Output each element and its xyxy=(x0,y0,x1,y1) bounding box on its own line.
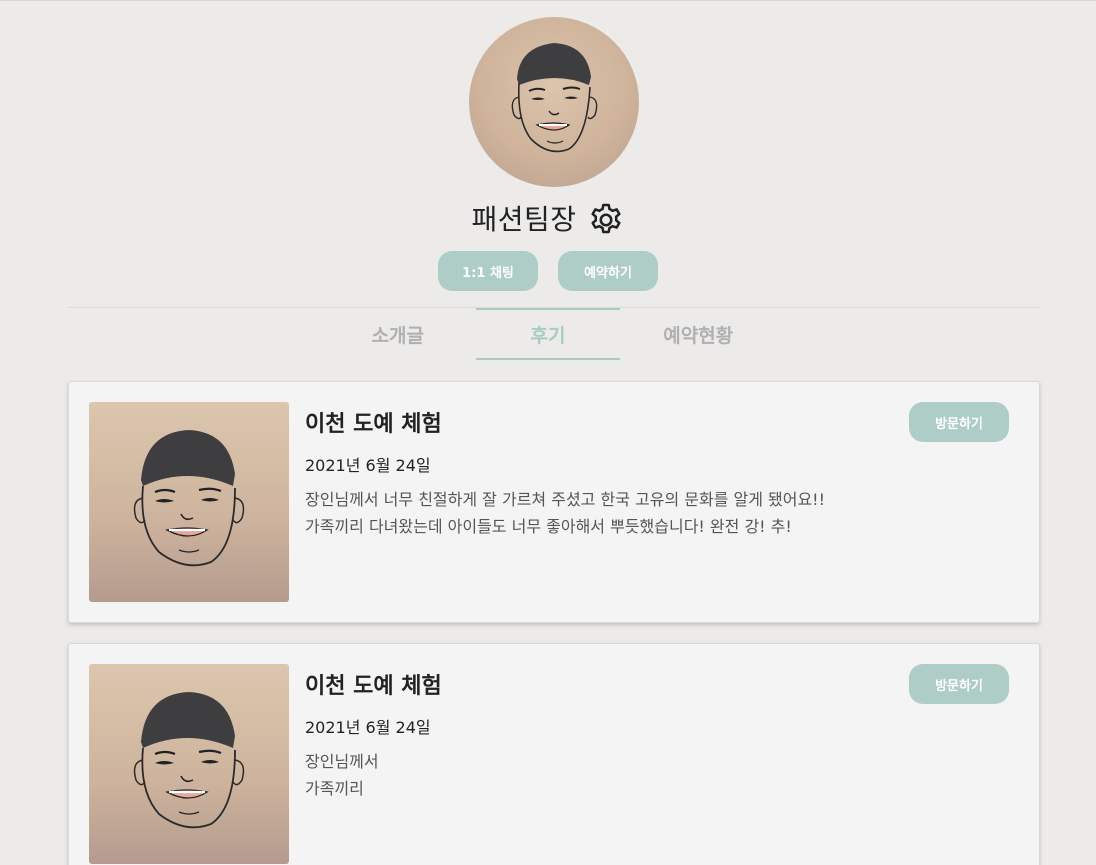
profile-name: 패션팀장 xyxy=(471,203,577,236)
review-title: 이천 도예 체험 xyxy=(305,674,442,699)
tab-reservation-status[interactable]: 예약현황 xyxy=(620,308,776,360)
review-text-line: 장인님께서 xyxy=(305,752,379,771)
visit-button[interactable]: 방문하기 xyxy=(909,402,1009,442)
tab-intro[interactable]: 소개글 xyxy=(320,308,476,360)
review-date: 2021년 6월 24일 xyxy=(305,718,431,737)
review-text-line: 장인님께서 너무 친절하게 잘 가르쳐 주셨고 한국 고유의 문화를 알게 됐어… xyxy=(305,490,826,509)
review-card: 이천 도예 체험 2021년 6월 24일 장인님께서 가족끼리 방문하기 xyxy=(68,643,1040,865)
review-date: 2021년 6월 24일 xyxy=(305,456,431,475)
profile-avatar xyxy=(469,17,639,187)
tab-reviews[interactable]: 후기 xyxy=(475,308,621,360)
review-title: 이천 도예 체험 xyxy=(305,412,442,437)
gear-icon[interactable] xyxy=(587,201,625,239)
face-drawing-icon xyxy=(133,430,245,567)
face-drawing-icon xyxy=(133,692,245,829)
review-thumbnail[interactable] xyxy=(89,402,289,602)
review-thumbnail[interactable] xyxy=(89,664,289,864)
face-drawing-icon xyxy=(511,43,598,153)
profile-page: 패션팀장 1:1 채팅 예약하기 소개글 후기 예약현황 이천 도예 체험 20… xyxy=(0,0,1096,865)
profile-actions: 1:1 채팅 예약하기 xyxy=(0,251,1096,291)
profile-tabs: 소개글 후기 예약현황 xyxy=(320,308,776,362)
review-text: 장인님께서 가족끼리 xyxy=(305,748,379,802)
chat-button[interactable]: 1:1 채팅 xyxy=(438,251,538,291)
review-text-line: 가족끼리 다녀왔는데 아이들도 너무 좋아해서 뿌듯했습니다! 완전 강! 추! xyxy=(305,517,792,536)
review-text-line: 가족끼리 xyxy=(305,779,364,798)
visit-button[interactable]: 방문하기 xyxy=(909,664,1009,704)
reserve-button[interactable]: 예약하기 xyxy=(558,251,658,291)
profile-name-row: 패션팀장 xyxy=(0,197,1096,239)
review-card: 이천 도예 체험 2021년 6월 24일 장인님께서 너무 친절하게 잘 가르… xyxy=(68,381,1040,623)
review-text: 장인님께서 너무 친절하게 잘 가르쳐 주셨고 한국 고유의 문화를 알게 됐어… xyxy=(305,486,825,540)
